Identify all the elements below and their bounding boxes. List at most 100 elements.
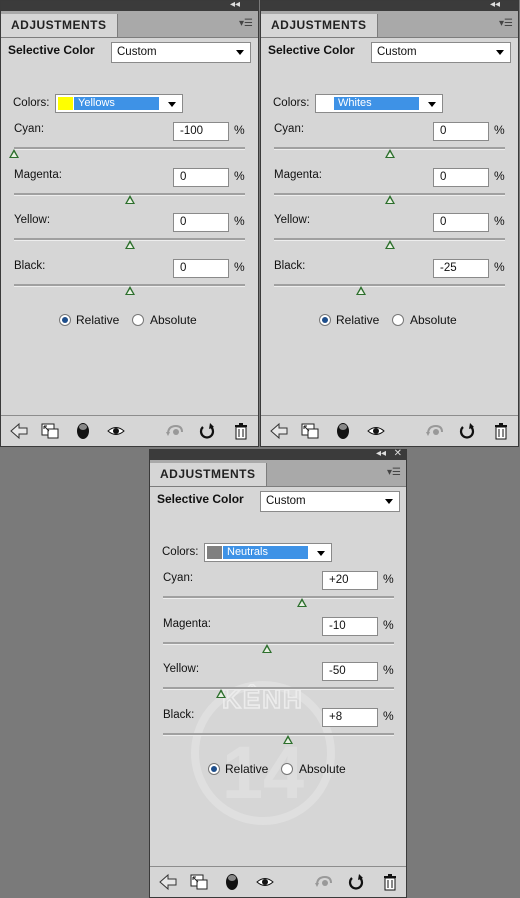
cyan-label: Cyan: — [14, 123, 45, 135]
black-slider-handle[interactable] — [282, 735, 293, 744]
relative-label[interactable]: Relative — [76, 313, 119, 327]
cyan-input[interactable]: 0 — [433, 122, 489, 141]
black-input[interactable]: -25 — [433, 259, 489, 278]
adjustments-panel-1: ◂◂ ADJUSTMENTS ▾☰ Selective Color Custom… — [0, 0, 259, 447]
visibility-eye-icon[interactable] — [255, 873, 275, 891]
cyan-slider-track[interactable] — [163, 596, 394, 599]
magenta-input[interactable]: -10 — [322, 617, 378, 636]
magenta-slider-handle[interactable] — [384, 195, 395, 204]
black-slider-track[interactable] — [274, 284, 505, 287]
cyan-slider-handle[interactable] — [384, 149, 395, 158]
collapse-icon[interactable]: ◂◂ — [230, 0, 240, 11]
yellow-percent-sign: % — [383, 663, 394, 677]
visibility-eye-icon[interactable] — [366, 422, 386, 440]
black-slider-track[interactable] — [163, 733, 394, 736]
cyan-input[interactable]: +20 — [322, 571, 378, 590]
visibility-eye-icon[interactable] — [106, 422, 126, 440]
panel-menu-icon[interactable]: ▾☰ — [239, 17, 253, 31]
black-percent-sign: % — [494, 260, 505, 274]
absolute-label[interactable]: Absolute — [299, 762, 346, 776]
colors-selected-value: Neutrals — [223, 546, 308, 559]
cyan-slider-handle[interactable] — [296, 598, 307, 607]
clip-to-layer-icon[interactable] — [222, 873, 242, 891]
colors-label: Colors: — [162, 546, 199, 558]
view-previous-icon[interactable] — [424, 422, 444, 440]
reset-icon[interactable] — [457, 422, 477, 440]
preset-dropdown[interactable]: Custom — [111, 42, 251, 63]
colors-dropdown[interactable]: Neutrals — [204, 543, 332, 562]
yellow-label: Yellow: — [163, 663, 200, 675]
reset-icon[interactable] — [197, 422, 217, 440]
close-icon[interactable]: ✕ — [394, 448, 402, 460]
relative-radio[interactable] — [319, 314, 331, 326]
black-label: Black: — [274, 260, 306, 272]
back-arrow-icon[interactable] — [269, 422, 289, 440]
magenta-label: Magenta: — [163, 618, 211, 630]
chevron-down-icon — [385, 499, 393, 504]
clip-to-layer-icon[interactable] — [333, 422, 353, 440]
yellow-slider-handle[interactable] — [215, 689, 226, 698]
absolute-radio[interactable] — [392, 314, 404, 326]
black-input[interactable]: +8 — [322, 708, 378, 727]
magenta-input[interactable]: 0 — [173, 168, 229, 187]
adjustment-title: Selective Color — [268, 43, 355, 57]
reset-icon[interactable] — [346, 873, 366, 891]
cyan-input[interactable]: -100 — [173, 122, 229, 141]
view-previous-icon[interactable] — [164, 422, 184, 440]
tab-adjustments[interactable]: ADJUSTMENTS — [1, 14, 118, 37]
magenta-slider-track[interactable] — [163, 642, 394, 645]
magenta-slider-handle[interactable] — [124, 195, 135, 204]
yellow-slider-track[interactable] — [163, 687, 394, 690]
trash-icon[interactable] — [380, 873, 400, 891]
colors-dropdown[interactable]: Yellows — [55, 94, 183, 113]
expand-view-icon[interactable] — [40, 422, 60, 440]
black-input[interactable]: 0 — [173, 259, 229, 278]
tab-adjustments[interactable]: ADJUSTMENTS — [261, 14, 378, 37]
colors-dropdown[interactable]: Whites — [315, 94, 443, 113]
magenta-slider-handle[interactable] — [261, 644, 272, 653]
absolute-radio[interactable] — [132, 314, 144, 326]
panel-top-strip: ◂◂ ✕ — [150, 448, 406, 460]
yellow-input[interactable]: 0 — [173, 213, 229, 232]
panel-menu-icon[interactable]: ▾☰ — [387, 466, 401, 480]
absolute-label[interactable]: Absolute — [150, 313, 197, 327]
yellow-percent-sign: % — [234, 214, 245, 228]
yellow-slider-handle[interactable] — [124, 240, 135, 249]
black-slider-handle[interactable] — [355, 286, 366, 295]
panel-menu-icon[interactable]: ▾☰ — [499, 17, 513, 31]
relative-label[interactable]: Relative — [336, 313, 379, 327]
cyan-slider-handle[interactable] — [9, 149, 19, 158]
back-arrow-icon[interactable] — [9, 422, 29, 440]
magenta-input[interactable]: 0 — [433, 168, 489, 187]
yellow-input[interactable]: 0 — [433, 213, 489, 232]
collapse-icon[interactable]: ◂◂ — [376, 448, 386, 460]
tab-adjustments[interactable]: ADJUSTMENTS — [150, 463, 267, 486]
expand-view-icon[interactable] — [189, 873, 209, 891]
clip-to-layer-icon[interactable] — [73, 422, 93, 440]
preset-dropdown[interactable]: Custom — [260, 491, 400, 512]
colors-label: Colors: — [273, 97, 310, 109]
expand-view-icon[interactable] — [300, 422, 320, 440]
cyan-slider-track[interactable] — [14, 147, 245, 150]
relative-radio[interactable] — [208, 763, 220, 775]
absolute-label[interactable]: Absolute — [410, 313, 457, 327]
relative-label[interactable]: Relative — [225, 762, 268, 776]
color-swatch — [318, 97, 333, 110]
back-arrow-icon[interactable] — [158, 873, 178, 891]
chevron-down-icon — [317, 551, 325, 556]
magenta-percent-sign: % — [234, 169, 245, 183]
absolute-radio[interactable] — [281, 763, 293, 775]
relative-radio[interactable] — [59, 314, 71, 326]
panel-top-strip: ◂◂ — [1, 0, 258, 11]
trash-icon[interactable] — [491, 422, 511, 440]
preset-value: Custom — [266, 495, 306, 507]
black-slider-handle[interactable] — [124, 286, 135, 295]
trash-icon[interactable] — [231, 422, 251, 440]
black-percent-sign: % — [383, 709, 394, 723]
yellow-input[interactable]: -50 — [322, 662, 378, 681]
panel-tab-bar: ADJUSTMENTS ▾☰ — [261, 11, 518, 38]
collapse-icon[interactable]: ◂◂ — [490, 0, 500, 11]
yellow-slider-handle[interactable] — [384, 240, 395, 249]
preset-dropdown[interactable]: Custom — [371, 42, 511, 63]
view-previous-icon[interactable] — [313, 873, 333, 891]
